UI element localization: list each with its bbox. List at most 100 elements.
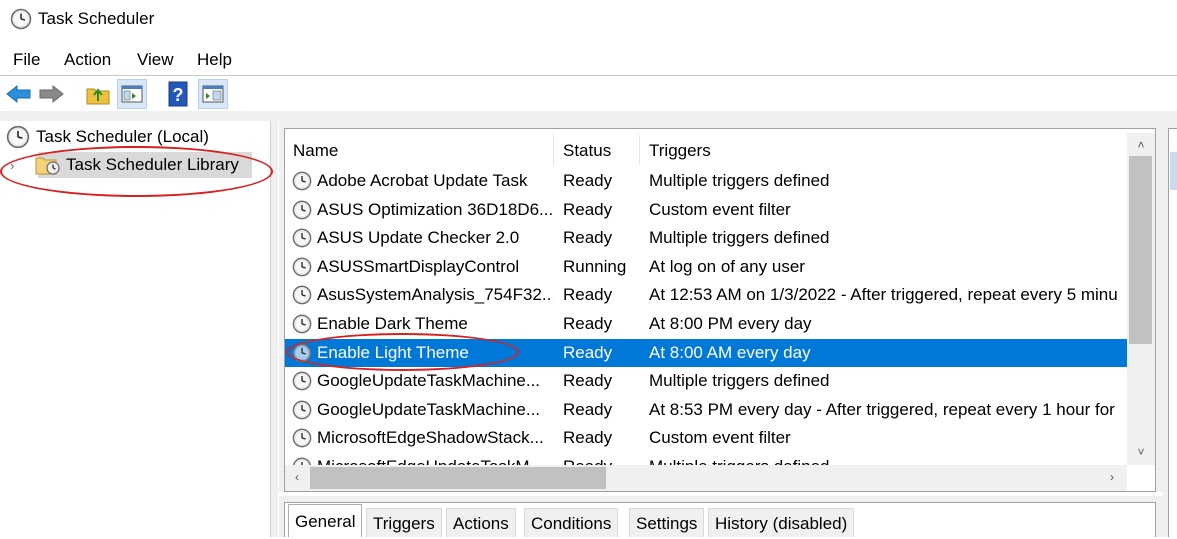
task-status: Running: [563, 256, 627, 276]
task-clock-icon: [292, 371, 312, 391]
task-triggers: Multiple triggers defined: [649, 457, 1127, 465]
column-divider[interactable]: [553, 135, 554, 165]
chevron-right-icon[interactable]: ›: [10, 158, 14, 173]
tab-general[interactable]: General: [288, 504, 363, 537]
task-row[interactable]: ASUS Optimization 36D18D6... Ready Custom …: [285, 196, 1127, 224]
task-clock-icon: [292, 171, 312, 191]
chevron-up-icon: ˄: [1137, 138, 1145, 152]
chevron-left-icon: ‹: [295, 470, 299, 484]
back-button[interactable]: [4, 79, 34, 109]
menu-help[interactable]: Help: [197, 50, 232, 70]
task-triggers: At 8:00 AM every day: [649, 342, 811, 362]
svg-text:?: ?: [173, 85, 184, 105]
show-hide-console-tree-icon: [121, 85, 143, 103]
task-clock-icon: [292, 257, 312, 277]
column-header-name[interactable]: Name: [293, 141, 338, 161]
task-name: Enable Light Theme: [317, 342, 469, 362]
task-status: Ready: [563, 314, 613, 333]
task-name: MicrosoftEdgeShadowStack...: [317, 428, 544, 448]
show-hide-action-pane-icon: [202, 85, 224, 103]
task-clock-icon: [292, 400, 312, 420]
tree-item-library[interactable]: › Task Scheduler Library: [10, 152, 252, 178]
column-divider[interactable]: [639, 135, 640, 165]
task-clock-icon: [292, 343, 312, 362]
menu-file[interactable]: File: [13, 50, 40, 70]
title-bar: [0, 0, 1177, 40]
task-name: ASUS Optimization 36D18D6...: [317, 199, 553, 219]
task-status: Ready: [563, 228, 613, 248]
help-button[interactable]: ?: [164, 79, 194, 109]
task-clock-icon: [292, 457, 312, 465]
task-row[interactable]: ASUS Update Checker 2.0 Ready Multiple tri…: [285, 224, 1127, 252]
up-folder-button[interactable]: [83, 79, 113, 109]
task-triggers: Multiple triggers defined: [649, 371, 830, 391]
vertical-scroll-thumb[interactable]: [1129, 156, 1152, 344]
task-name: ASUS Update Checker 2.0: [317, 228, 520, 248]
tab-settings[interactable]: Settings: [629, 508, 705, 537]
horizontal-scroll-thumb[interactable]: [310, 467, 606, 489]
scroll-down-button[interactable]: ˅: [1127, 440, 1155, 464]
tab-conditions[interactable]: Conditions: [524, 508, 619, 537]
scroll-right-button[interactable]: ›: [1100, 465, 1124, 491]
list-header: Name Status Triggers: [285, 133, 1127, 167]
task-row[interactable]: ASUSSmartDisplayControl Running At log on …: [285, 253, 1127, 281]
action-pane-header[interactable]: [1170, 152, 1177, 190]
task-status: Ready: [563, 171, 613, 190]
tree-item-label: Task Scheduler (Local): [36, 127, 209, 146]
column-header-status[interactable]: Status: [563, 141, 611, 161]
back-arrow-icon: [6, 84, 31, 104]
tab-triggers[interactable]: Triggers: [366, 508, 442, 537]
task-row[interactable]: MicrosoftEdgeShadowStack... Ready Custom e…: [285, 424, 1127, 452]
task-status: Ready: [563, 199, 613, 219]
task-triggers: Multiple triggers defined: [649, 228, 830, 248]
task-clock-icon: [292, 200, 312, 219]
column-header-triggers[interactable]: Triggers: [649, 141, 711, 161]
chevron-right-icon: ›: [1110, 470, 1114, 484]
menu-view[interactable]: View: [137, 50, 174, 70]
toolbar-gutter: [0, 111, 1177, 121]
task-name: Adobe Acrobat Update Task: [317, 171, 528, 190]
toolbar: ?: [0, 77, 1177, 111]
task-triggers: At 8:00 PM every day: [649, 314, 812, 333]
task-name: Enable Dark Theme: [317, 314, 468, 333]
task-row[interactable]: GoogleUpdateTaskMachine... Ready At 8:53 P…: [285, 396, 1127, 424]
tab-actions[interactable]: Actions: [446, 508, 516, 537]
chevron-down-icon: ˅: [1137, 445, 1145, 459]
task-row[interactable]: Enable Dark Theme Ready At 8:00 PM every d…: [285, 310, 1127, 338]
task-row[interactable]: Adobe Acrobat Update Task Ready Multiple t…: [285, 167, 1127, 195]
task-status: Ready: [563, 457, 643, 465]
folder-clock-icon: [35, 157, 60, 175]
task-triggers: At log on of any user: [649, 256, 805, 276]
task-name: AsusSystemAnalysis_754F32...: [317, 285, 553, 305]
clock-icon: [10, 8, 32, 30]
forward-button[interactable]: [36, 79, 66, 109]
scroll-left-button[interactable]: ‹: [285, 465, 309, 491]
task-name: GoogleUpdateTaskMachine...: [317, 371, 541, 391]
menu-separator: [0, 75, 1177, 76]
task-triggers: Custom event filter: [649, 199, 791, 219]
show-hide-action-pane-button[interactable]: [198, 79, 228, 109]
tab-history[interactable]: History (disabled): [708, 508, 855, 537]
task-status: Ready: [563, 285, 613, 305]
task-triggers: At 8:53 PM every day - After triggered, …: [649, 399, 1115, 419]
task-status: Ready: [563, 428, 613, 448]
task-triggers: Multiple triggers defined: [649, 171, 830, 190]
show-hide-console-tree-button[interactable]: [117, 79, 147, 109]
menu-action[interactable]: Action: [64, 50, 111, 70]
task-status: Ready: [563, 342, 613, 362]
task-name: MicrosoftEdgeUpdateTaskM...: [317, 457, 553, 465]
task-row[interactable]: MicrosoftEdgeUpdateTaskM... Ready Multiple…: [285, 453, 1127, 465]
task-triggers: At 12:53 AM on 1/3/2022 - After triggere…: [649, 285, 1118, 305]
task-clock-icon: [292, 429, 312, 448]
scroll-up-button[interactable]: ˄: [1127, 133, 1155, 155]
task-name: GoogleUpdateTaskMachine...: [317, 399, 541, 419]
pane-splitter[interactable]: [270, 121, 278, 537]
window-title: Task Scheduler: [38, 9, 155, 28]
clock-icon: [6, 125, 30, 149]
task-clock-icon: [292, 286, 312, 305]
task-row[interactable]: AsusSystemAnalysis_754F32... Ready At 12:5…: [285, 281, 1127, 309]
task-row[interactable]: Enable Light Theme Ready At 8:00 AM every …: [285, 338, 1127, 367]
task-name: ASUSSmartDisplayControl: [317, 256, 520, 276]
task-status: Ready: [563, 371, 613, 391]
task-row[interactable]: GoogleUpdateTaskMachine... Ready Multiple …: [285, 367, 1127, 395]
